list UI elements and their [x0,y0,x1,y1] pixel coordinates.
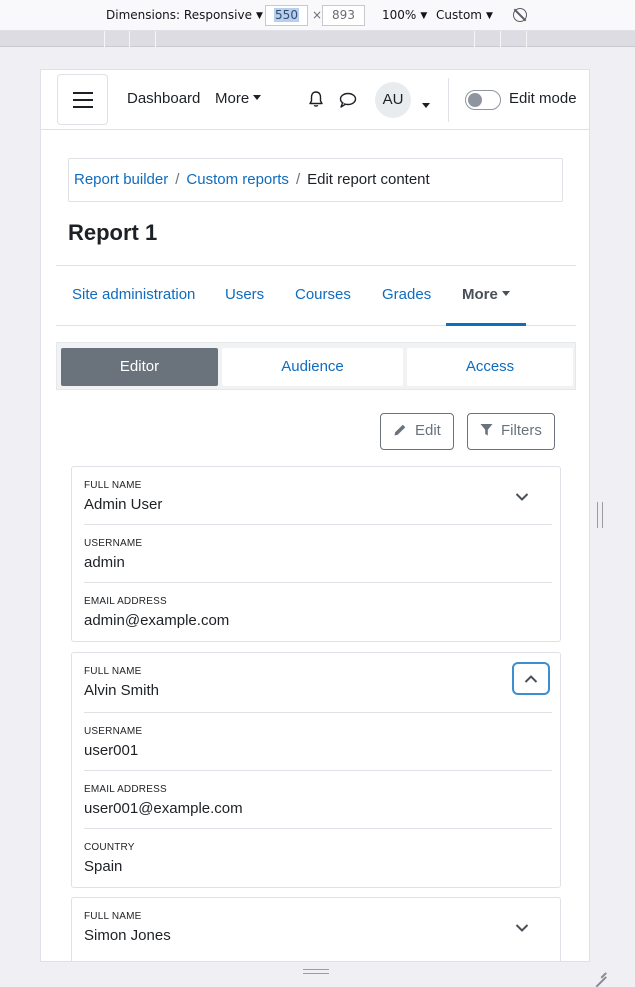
edit-button[interactable]: Edit [380,413,454,450]
pencil-icon [394,424,406,436]
expand-row-button[interactable] [504,481,540,513]
rotate-icon[interactable] [513,8,527,22]
card-field: USERNAME admin [84,525,552,583]
report-row-card: FULL NAME Simon Jones [71,897,561,961]
filter-icon [480,424,493,436]
tab-access[interactable]: Access [407,348,573,386]
devtools-toolbar: Dimensions: Responsive ▼ 550 × 893 100% ▼ … [0,0,635,31]
resize-handle-corner[interactable] [594,965,606,977]
user-menu-caret-icon[interactable] [422,98,430,116]
tab-site-administration[interactable]: Site administration [72,286,195,303]
card-field: FULL NAME Simon Jones [84,898,552,956]
zoom-dropdown[interactable]: 100% ▼ [382,8,427,22]
card-field: FULL NAME Alvin Smith [84,653,552,713]
nav-dashboard[interactable]: Dashboard [127,90,200,107]
edit-mode-toggle[interactable] [465,90,501,110]
tab-editor[interactable]: Editor [61,348,218,386]
breadcrumb-report-builder[interactable]: Report builder [74,171,168,188]
user-avatar[interactable]: AU [375,82,411,118]
bell-icon[interactable] [307,90,325,108]
card-field: FULL NAME Admin User [84,467,552,525]
breadcrumb-custom-reports[interactable]: Custom reports [186,171,289,188]
card-field: EMAIL ADDRESS admin@example.com [84,596,230,629]
chevron-down-icon [515,924,529,932]
height-input[interactable]: 893 [322,5,365,26]
tab-audience[interactable]: Audience [222,348,403,386]
secondary-navigation: Site administration Users Courses Grades… [56,265,576,326]
tab-more-dropdown[interactable]: More [462,286,510,303]
report-row-card: FULL NAME Admin User USERNAME admin EMAI… [71,466,561,642]
tab-courses[interactable]: Courses [295,286,351,303]
navbar-divider [448,78,449,122]
top-navbar: Dashboard More AU Edit mode [41,70,589,130]
resize-handle-bottom[interactable] [303,969,329,974]
width-input[interactable]: 550 [265,5,308,26]
menu-button[interactable] [57,74,108,125]
resize-handle-right[interactable] [597,502,603,528]
breadcrumb-current: Edit report content [307,171,430,188]
page-title: Report 1 [68,220,158,245]
throttle-dropdown[interactable]: Custom ▼ [436,8,493,22]
tab-grades[interactable]: Grades [382,286,431,303]
edit-mode-label: Edit mode [509,90,577,107]
filters-button[interactable]: Filters [467,413,555,450]
dimension-separator: × [312,8,323,22]
caret-down-icon [253,95,262,100]
responsive-viewport: Dashboard More AU Edit mode Report build… [40,69,590,962]
collapse-row-button[interactable] [512,662,550,695]
nav-more-dropdown[interactable]: More [215,90,262,107]
tab-users[interactable]: Users [225,286,264,303]
hamburger-icon [73,92,93,94]
card-field: USERNAME user001 [84,713,552,771]
report-editor-tabs: Editor Audience Access [56,342,576,390]
caret-down-icon [501,291,510,296]
messages-icon[interactable] [338,91,358,109]
active-tab-indicator [446,323,526,326]
chevron-down-icon [515,493,529,501]
dimensions-label: Dimensions: Responsive [106,8,252,22]
expand-row-button[interactable] [504,912,540,944]
breadcrumb: Report builder / Custom reports / Edit repor… [68,158,563,202]
card-field: EMAIL ADDRESS user001@example.com [84,771,552,829]
media-query-ruler [0,31,635,47]
dimensions-dropdown[interactable]: Dimensions: Responsive ▼ [106,8,263,22]
card-field: COUNTRY Spain [84,842,135,875]
report-row-card: FULL NAME Alvin Smith USERNAME user001 E… [71,652,561,888]
chevron-up-icon [524,674,538,683]
